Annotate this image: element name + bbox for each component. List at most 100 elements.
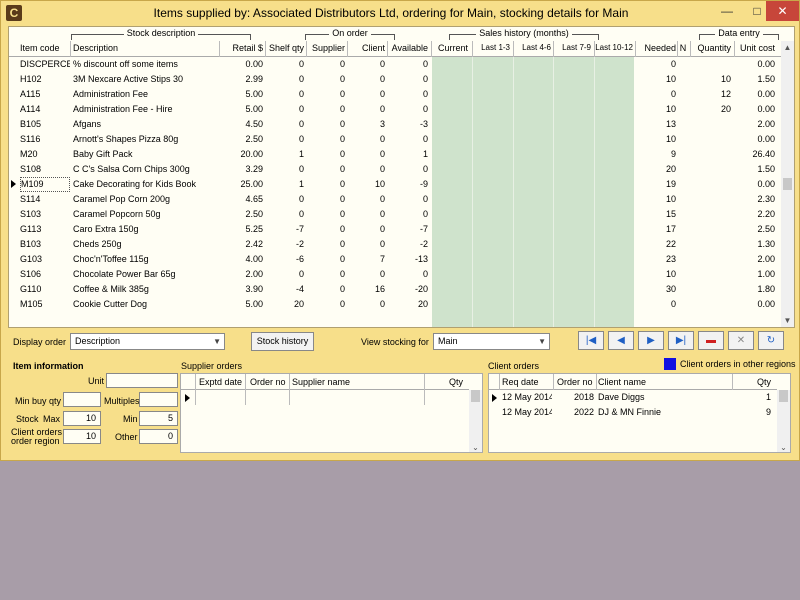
multiples-field[interactable]	[139, 392, 178, 407]
cell-available[interactable]: 0	[388, 267, 428, 282]
cell-supplier[interactable]: 0	[307, 297, 345, 312]
cell-cost[interactable]: 0.00	[735, 297, 775, 312]
col-client[interactable]: Client	[348, 43, 385, 53]
cell-supplier[interactable]: 0	[307, 147, 345, 162]
cell-cost[interactable]: 1.50	[735, 162, 775, 177]
chevron-down-icon[interactable]: ⌄	[469, 443, 482, 452]
table-row[interactable]: G113 Caro Extra 150g 5.25 -7 0 0 -7 17 2.50	[9, 222, 789, 237]
cell-client[interactable]: 0	[348, 57, 385, 72]
cell-code[interactable]: M109	[20, 177, 70, 192]
cell-cost[interactable]: 0.00	[735, 87, 775, 102]
cell-code[interactable]: G110	[20, 282, 70, 297]
col-unit-cost[interactable]: Unit cost	[735, 43, 775, 53]
cell-needed[interactable]: 0	[636, 87, 676, 102]
cell-client[interactable]: 10	[348, 177, 385, 192]
cell-needed[interactable]: 10	[636, 102, 676, 117]
col-order-no[interactable]: Order no	[250, 377, 286, 387]
cell-client[interactable]: 0	[348, 297, 385, 312]
cell-retail[interactable]: 5.00	[221, 297, 263, 312]
cell-available[interactable]: 0	[388, 192, 428, 207]
cell-client[interactable]: 0	[348, 147, 385, 162]
col-req-date[interactable]: Req date	[502, 377, 539, 387]
cell-client[interactable]: 0	[348, 222, 385, 237]
cell-needed[interactable]: 20	[636, 162, 676, 177]
cell-supplier[interactable]: 0	[307, 117, 345, 132]
cell-available[interactable]: 0	[388, 57, 428, 72]
cell-shelf[interactable]: 1	[266, 177, 304, 192]
cell-desc[interactable]: Chocolate Power Bar 65g	[73, 267, 218, 282]
cell-needed[interactable]: 15	[636, 207, 676, 222]
cell-supplier[interactable]: 0	[307, 252, 345, 267]
cell-shelf[interactable]: 1	[266, 147, 304, 162]
supplier-orders-scrollbar[interactable]: ⌄	[469, 390, 482, 452]
cell-code[interactable]: G103	[20, 252, 70, 267]
cell-code[interactable]: H102	[20, 72, 70, 87]
cell-cost[interactable]: 2.00	[735, 117, 775, 132]
cell-shelf[interactable]: 0	[266, 87, 304, 102]
cell-qty[interactable]	[691, 162, 731, 177]
cell-supplier[interactable]: 0	[307, 267, 345, 282]
cell-client[interactable]: 0	[348, 87, 385, 102]
cell-retail[interactable]: 2.00	[221, 267, 263, 282]
cell-date[interactable]: 12 May 2014	[502, 390, 552, 405]
cell-client[interactable]: 0	[348, 102, 385, 117]
cell-desc[interactable]: Coffee & Milk 385g	[73, 282, 218, 297]
cell-retail[interactable]: 2.99	[221, 72, 263, 87]
cell-needed[interactable]: 10	[636, 132, 676, 147]
cell-desc[interactable]: Caramel Pop Corn 200g	[73, 192, 218, 207]
cancel-edit-button[interactable]: ✕	[728, 331, 754, 350]
cell-client[interactable]: DJ & MN Finnie	[598, 405, 728, 420]
cell-client[interactable]: 0	[348, 207, 385, 222]
cell-available[interactable]: 0	[388, 132, 428, 147]
cell-supplier[interactable]: 0	[307, 57, 345, 72]
cell-client[interactable]: 0	[348, 192, 385, 207]
table-row[interactable]: M105 Cookie Cutter Dog 5.00 20 0 0 20 0 0.00	[9, 297, 789, 312]
cell-available[interactable]: 20	[388, 297, 428, 312]
cell-supplier[interactable]: 0	[307, 282, 345, 297]
cell-qty[interactable]	[691, 177, 731, 192]
cell-supplier[interactable]: 0	[307, 222, 345, 237]
cell-desc[interactable]: Cheds 250g	[73, 237, 218, 252]
cell-available[interactable]: 0	[388, 102, 428, 117]
cell-available[interactable]: -3	[388, 117, 428, 132]
table-row[interactable]: S103 Caramel Popcorn 50g 2.50 0 0 0 0 15 2.20	[9, 207, 789, 222]
table-row[interactable]: S106 Chocolate Power Bar 65g 2.00 0 0 0 0 10 1.0…	[9, 267, 789, 282]
cell-qty[interactable]: 20	[691, 102, 731, 117]
close-button[interactable]: ✕	[766, 1, 799, 21]
cell-supplier[interactable]: 0	[307, 87, 345, 102]
cell-code[interactable]: S114	[20, 192, 70, 207]
cell-desc[interactable]: Cake Decorating for Kids Book	[73, 177, 218, 192]
scroll-down-arrow-icon[interactable]: ▼	[781, 314, 794, 327]
table-row[interactable]: M109 Cake Decorating for Kids Book 25.00 1 0…	[9, 177, 789, 192]
cell-shelf[interactable]: 0	[266, 132, 304, 147]
cell-client[interactable]: 0	[348, 72, 385, 87]
cell-cost[interactable]: 1.80	[735, 282, 775, 297]
scroll-thumb[interactable]	[471, 390, 480, 402]
cell-retail[interactable]: 4.00	[221, 252, 263, 267]
cell-needed[interactable]: 13	[636, 117, 676, 132]
cell-needed[interactable]: 0	[636, 57, 676, 72]
cell-available[interactable]: 1	[388, 147, 428, 162]
table-row[interactable]: H102 3M Nexcare Active Stips 30 2.99 0 0 0 0 10…	[9, 72, 789, 87]
cell-qty[interactable]	[691, 222, 731, 237]
list-item[interactable]: 12 May 2014 2022 DJ & MN Finnie 9	[489, 405, 777, 420]
last-record-button[interactable]: ▶|	[668, 331, 694, 350]
col-exptd-date[interactable]: Exptd date	[199, 377, 242, 387]
cell-supplier[interactable]: 0	[307, 162, 345, 177]
refresh-button[interactable]: ↻	[758, 331, 784, 350]
cell-client[interactable]: 3	[348, 117, 385, 132]
cell-qty[interactable]	[691, 267, 731, 282]
cell-available[interactable]: -7	[388, 222, 428, 237]
cell-shelf[interactable]: 0	[266, 57, 304, 72]
cell-code[interactable]: S116	[20, 132, 70, 147]
cell-retail[interactable]: 20.00	[221, 147, 263, 162]
cell-shelf[interactable]: -7	[266, 222, 304, 237]
col-available[interactable]: Available	[388, 43, 428, 53]
cell-shelf[interactable]: -6	[266, 252, 304, 267]
cell-needed[interactable]: 10	[636, 192, 676, 207]
cell-desc[interactable]: Cookie Cutter Dog	[73, 297, 218, 312]
col-order-no[interactable]: Order no	[557, 377, 593, 387]
cell-retail[interactable]: 4.65	[221, 192, 263, 207]
table-row[interactable]: M20 Baby Gift Pack 20.00 1 0 0 1 9 26.40	[9, 147, 789, 162]
cell-desc[interactable]: Caramel Popcorn 50g	[73, 207, 218, 222]
